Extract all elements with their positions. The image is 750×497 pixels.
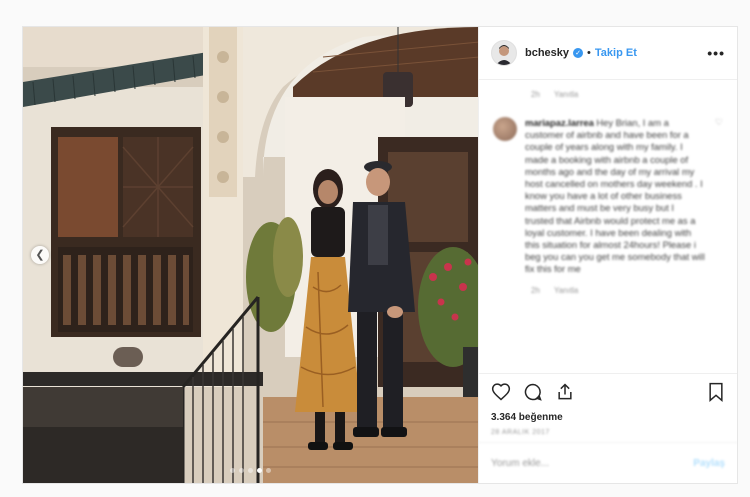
instagram-post: ❮ bchesky ✓ • Takip Et ••• 2h Yanıtla ma… — [22, 26, 738, 484]
reply-link[interactable]: Yanıtla — [554, 286, 578, 295]
comment-meta: 2h Yanıtla — [531, 90, 723, 99]
carousel-dot — [239, 468, 244, 473]
carousel-dot — [230, 468, 235, 473]
verified-icon: ✓ — [573, 48, 584, 58]
post-date: 28 ARALIK 2017 — [491, 429, 550, 436]
commenter-avatar[interactable] — [493, 117, 517, 141]
avatar-image — [492, 41, 516, 65]
carousel-dot — [248, 468, 253, 473]
avatar[interactable] — [491, 40, 517, 66]
add-comment-bar: Yorum ekle... Paylaş — [479, 442, 737, 483]
comment-input[interactable]: Yorum ekle... — [491, 458, 549, 469]
comment: mariapaz.larrea Hey Brian, I am a custom… — [493, 117, 723, 276]
post-comment-button[interactable]: Paylaş — [693, 458, 725, 469]
chevron-left-icon[interactable]: ❮ — [31, 246, 49, 264]
comment-body: mariapaz.larrea Hey Brian, I am a custom… — [525, 117, 705, 276]
carousel-dot-active — [257, 468, 262, 473]
follow-button[interactable]: Takip Et — [595, 47, 637, 59]
comment-icon[interactable] — [523, 382, 543, 402]
commenter-username[interactable]: mariapaz.larrea — [525, 117, 594, 128]
more-icon[interactable]: ••• — [707, 45, 725, 61]
carousel-dots — [23, 468, 478, 473]
heart-icon[interactable]: ♡ — [715, 117, 723, 276]
comment-time: 2h — [531, 90, 540, 99]
post-header: bchesky ✓ • Takip Et ••• — [479, 27, 737, 80]
separator: • — [587, 47, 591, 59]
post-photo[interactable]: ❮ — [23, 27, 478, 483]
action-icons — [491, 382, 725, 402]
share-icon[interactable] — [555, 382, 575, 402]
reply-link[interactable]: Yanıtla — [554, 90, 578, 99]
comments-list[interactable]: 2h Yanıtla mariapaz.larrea Hey Brian, I … — [479, 80, 737, 373]
heart-icon[interactable] — [491, 382, 511, 402]
comment-meta: 2h Yanıtla — [531, 286, 723, 295]
likes-count[interactable]: 3.364 beğenme — [491, 412, 725, 423]
photo-illustration — [23, 27, 478, 483]
comment-text: Hey Brian, I am a customer of airbnb and… — [525, 117, 705, 275]
username[interactable]: bchesky — [525, 47, 569, 59]
post-sidebar: bchesky ✓ • Takip Et ••• 2h Yanıtla mari… — [478, 27, 737, 483]
carousel-dot — [266, 468, 271, 473]
comment-time: 2h — [531, 285, 540, 295]
bookmark-icon[interactable] — [707, 382, 725, 402]
action-bar: 3.364 beğenme 28 ARALIK 2017 — [479, 373, 737, 442]
